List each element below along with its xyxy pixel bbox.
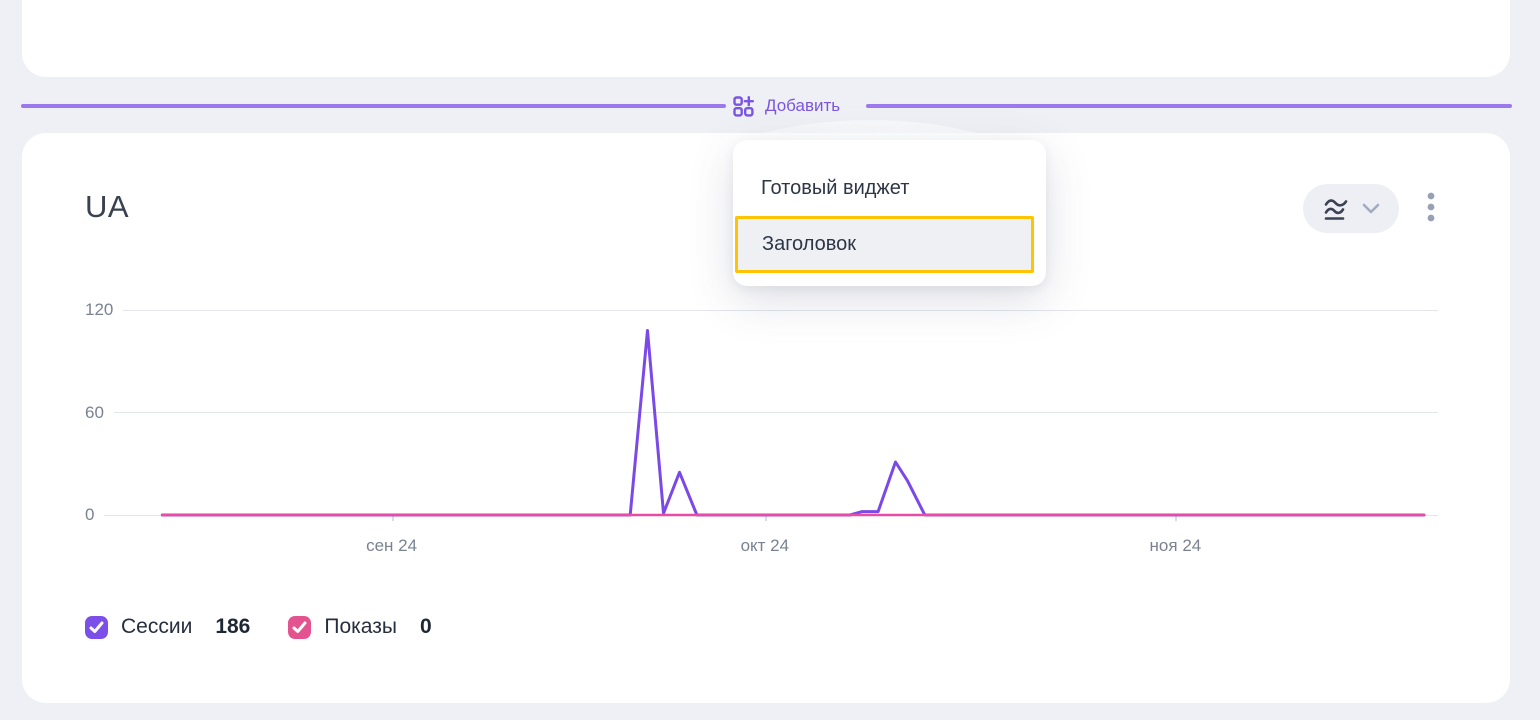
impressions-checkbox[interactable] xyxy=(288,616,311,639)
upper-widget-card xyxy=(22,0,1510,77)
chart-type-selector-button[interactable] xyxy=(1303,184,1399,233)
x-axis-tick xyxy=(392,516,394,521)
line-chart-waves-icon xyxy=(1322,195,1352,223)
add-widget-label: Добавить xyxy=(765,96,840,116)
x-axis-tick xyxy=(765,516,767,521)
widget-title: UA xyxy=(85,189,129,225)
chart-legend: Сессии 186 Показы 0 xyxy=(85,615,432,639)
impressions-value: 0 xyxy=(420,615,432,639)
add-widget-icon xyxy=(731,94,756,119)
gridline xyxy=(114,412,1438,413)
add-widget-button[interactable]: Добавить xyxy=(731,92,840,120)
gridline xyxy=(123,310,1438,311)
sessions-label: Сессии xyxy=(121,615,192,639)
x-axis-label: сен 24 xyxy=(366,536,417,556)
dropdown-item-ready-widget[interactable]: Готовый виджет xyxy=(733,160,1046,216)
sessions-checkbox[interactable] xyxy=(85,616,108,639)
chevron-down-icon xyxy=(1362,203,1380,214)
sessions-value: 186 xyxy=(215,615,250,639)
add-widget-dropdown: Готовый виджет Заголовок xyxy=(733,140,1046,286)
divider-line-left xyxy=(21,104,726,108)
gridline xyxy=(104,515,1438,516)
y-axis-label: 0 xyxy=(85,505,94,525)
y-gridline-row: 120 xyxy=(85,300,1438,320)
dropdown-item-header[interactable]: Заголовок xyxy=(735,216,1034,273)
legend-item-sessions[interactable]: Сессии 186 xyxy=(85,615,250,639)
y-axis-label: 120 xyxy=(85,300,113,320)
x-axis-label: окт 24 xyxy=(741,536,790,556)
x-axis-label: ноя 24 xyxy=(1150,536,1202,556)
y-axis-label: 60 xyxy=(85,403,104,423)
kebab-menu-icon xyxy=(1426,192,1436,226)
y-gridline-row: 60 xyxy=(85,403,1438,423)
divider-line-right xyxy=(866,104,1512,108)
y-gridline-row: 0 xyxy=(85,505,1438,525)
x-axis-tick xyxy=(1175,516,1177,521)
impressions-label: Показы xyxy=(324,615,397,639)
widget-kebab-menu-button[interactable] xyxy=(1414,184,1448,233)
legend-item-impressions[interactable]: Показы 0 xyxy=(288,615,431,639)
